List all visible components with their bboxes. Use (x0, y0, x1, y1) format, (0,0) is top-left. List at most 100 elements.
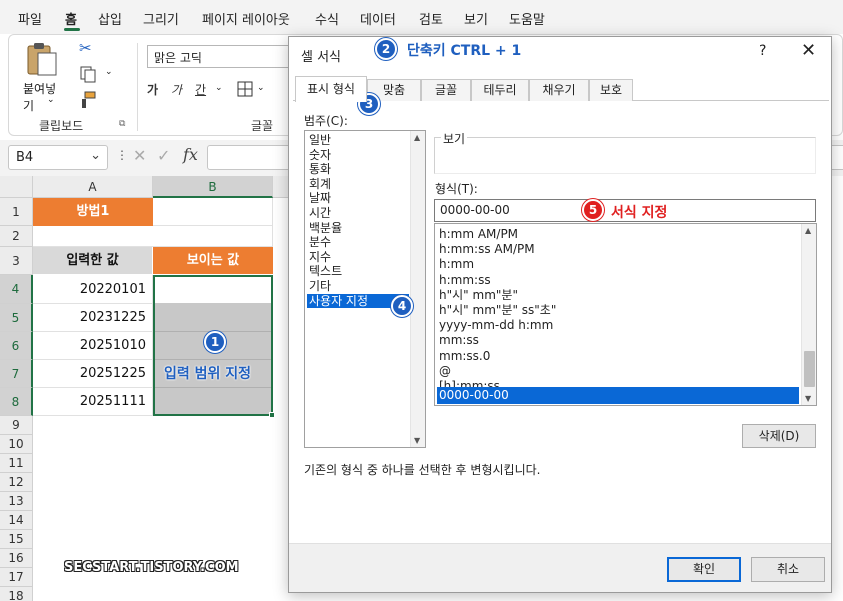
menu-file[interactable]: 파일 (18, 9, 42, 28)
row-header[interactable]: 2 (0, 226, 33, 247)
column-header-a[interactable]: A (33, 176, 153, 198)
italic-button[interactable]: 가 (171, 81, 182, 98)
tab-border[interactable]: 테두리 (471, 79, 529, 101)
row-header[interactable]: 10 (0, 435, 33, 454)
shortcut-annotation: 단축키 CTRL + 1 (407, 43, 522, 59)
font-group-label: 글꼴 (251, 119, 274, 133)
close-icon[interactable]: ✕ (801, 40, 816, 61)
value-cell[interactable]: 20231225 (33, 304, 153, 332)
format-scrollbar[interactable]: ▲ ▼ (801, 224, 816, 405)
menu-home[interactable]: 홈 (65, 9, 77, 28)
category-item[interactable]: 백분율 (307, 221, 409, 236)
row-header[interactable]: 15 (0, 530, 33, 549)
font-name-box[interactable]: 맑은 고딕 (147, 45, 297, 68)
row-header[interactable]: 1 (0, 198, 33, 226)
category-item[interactable]: 텍스트 (307, 264, 409, 279)
paste-button[interactable]: 붙여넣기 ⌄ (15, 39, 67, 113)
row-header[interactable]: 11 (0, 454, 33, 473)
menu-insert[interactable]: 삽입 (98, 9, 122, 28)
category-list[interactable]: 일반 숫자 통화 회계 날짜 시간 백분율 분수 지수 텍스트 기타 사용자 지… (304, 130, 426, 448)
menu-review[interactable]: 검토 (419, 9, 443, 28)
scissors-icon[interactable]: ✂ (79, 39, 92, 57)
column-header-b[interactable]: B (153, 176, 273, 198)
category-item[interactable]: 분수 (307, 235, 409, 250)
underline-button[interactable]: 간 (195, 81, 206, 98)
fill-handle[interactable] (269, 412, 275, 418)
scroll-up-icon[interactable]: ▲ (805, 226, 811, 235)
input-header-cell[interactable]: 입력한 값 (33, 247, 152, 274)
dialog-launcher-icon[interactable]: ⧉ (119, 119, 125, 129)
menu-formulas[interactable]: 수식 (315, 9, 339, 28)
scroll-down-icon[interactable]: ▼ (414, 436, 420, 445)
row-header[interactable]: 5 (0, 304, 33, 332)
category-item[interactable]: 회계 (307, 177, 409, 192)
scroll-up-icon[interactable]: ▲ (414, 133, 420, 142)
category-item[interactable]: 시간 (307, 206, 409, 221)
tab-protection[interactable]: 보호 (589, 79, 633, 101)
scroll-thumb[interactable] (804, 351, 815, 387)
menu-view[interactable]: 보기 (464, 9, 488, 28)
value-cell[interactable]: 20220101 (33, 275, 153, 304)
menu-data[interactable]: 데이터 (360, 9, 396, 28)
row-header[interactable]: 13 (0, 492, 33, 511)
row-header[interactable]: 17 (0, 568, 33, 587)
category-item[interactable]: 날짜 (307, 191, 409, 206)
format-list[interactable]: h:mm AM/PM h:mm:ss AM/PM h:mm h:mm:ss h"… (434, 223, 817, 406)
tab-number[interactable]: 표시 형식 (295, 76, 367, 102)
insert-function-button[interactable]: fx (183, 145, 198, 164)
category-item[interactable]: 숫자 (307, 148, 409, 163)
value-cell[interactable]: 20251111 (33, 388, 153, 416)
spreadsheet-grid[interactable]: A B 1 2 3 4 5 6 7 8 9 10 11 12 13 14 15 … (0, 176, 288, 601)
cancel-icon[interactable]: ✕ (133, 146, 146, 165)
scroll-down-icon[interactable]: ▼ (805, 394, 811, 403)
menu-page-layout[interactable]: 페이지 레이아웃 (202, 9, 290, 28)
chevron-down-icon[interactable]: ⌄ (105, 67, 113, 77)
tab-font[interactable]: 글꼴 (421, 79, 471, 101)
menu-draw[interactable]: 그리기 (143, 9, 179, 28)
border-icon[interactable] (237, 81, 253, 97)
select-all-corner[interactable] (0, 176, 33, 198)
row-header[interactable]: 8 (0, 388, 33, 416)
category-item[interactable]: 기타 (307, 279, 409, 294)
cell[interactable] (33, 226, 273, 247)
category-scrollbar[interactable]: ▲ ▼ (410, 131, 425, 447)
row-header[interactable]: 12 (0, 473, 33, 492)
category-item[interactable]: 통화 (307, 162, 409, 177)
row-header[interactable]: 6 (0, 332, 33, 360)
more-options-icon[interactable]: ⋮ (116, 148, 128, 162)
chevron-down-icon: ⌄ (47, 95, 55, 105)
row-header[interactable]: 3 (0, 247, 33, 275)
check-icon[interactable]: ✓ (157, 146, 170, 165)
help-button[interactable]: ? (759, 43, 766, 59)
menu-help[interactable]: 도움말 (509, 9, 545, 28)
format-painter-icon[interactable] (79, 91, 97, 109)
category-item[interactable]: 지수 (307, 250, 409, 265)
cell[interactable] (153, 198, 273, 226)
display-header-cell[interactable]: 보이는 값 (153, 247, 273, 274)
delete-button[interactable]: 삭제(D) (742, 424, 816, 448)
column-header-c[interactable] (273, 176, 288, 198)
format-annotation: 서식 지정 (611, 205, 668, 221)
tab-fill[interactable]: 채우기 (529, 79, 589, 101)
chevron-down-icon: ⌄ (90, 148, 101, 163)
copy-icon[interactable] (79, 65, 97, 83)
row-header[interactable]: 9 (0, 416, 33, 435)
cancel-button[interactable]: 취소 (751, 557, 825, 582)
ok-button[interactable]: 확인 (667, 557, 741, 582)
row-header[interactable]: 14 (0, 511, 33, 530)
category-item[interactable]: 일반 (307, 133, 409, 148)
row-header[interactable]: 4 (0, 275, 33, 304)
name-box[interactable]: B4 ⌄ (8, 145, 108, 170)
dialog-footer: 확인 취소 (289, 543, 831, 592)
value-cell[interactable]: 20251225 (33, 360, 153, 388)
row-header[interactable]: 18 (0, 587, 33, 601)
row-header[interactable]: 7 (0, 360, 33, 388)
value-cell[interactable]: 20251010 (33, 332, 153, 360)
row-header[interactable]: 16 (0, 549, 33, 568)
method-label-cell[interactable]: 방법1 (33, 198, 153, 226)
chevron-down-icon[interactable]: ⌄ (215, 83, 223, 93)
format-item-selected[interactable]: 0000-00-00 (437, 387, 799, 405)
chevron-down-icon[interactable]: ⌄ (257, 83, 265, 93)
clipboard-icon (27, 43, 57, 76)
bold-button[interactable]: 가 (147, 81, 158, 98)
